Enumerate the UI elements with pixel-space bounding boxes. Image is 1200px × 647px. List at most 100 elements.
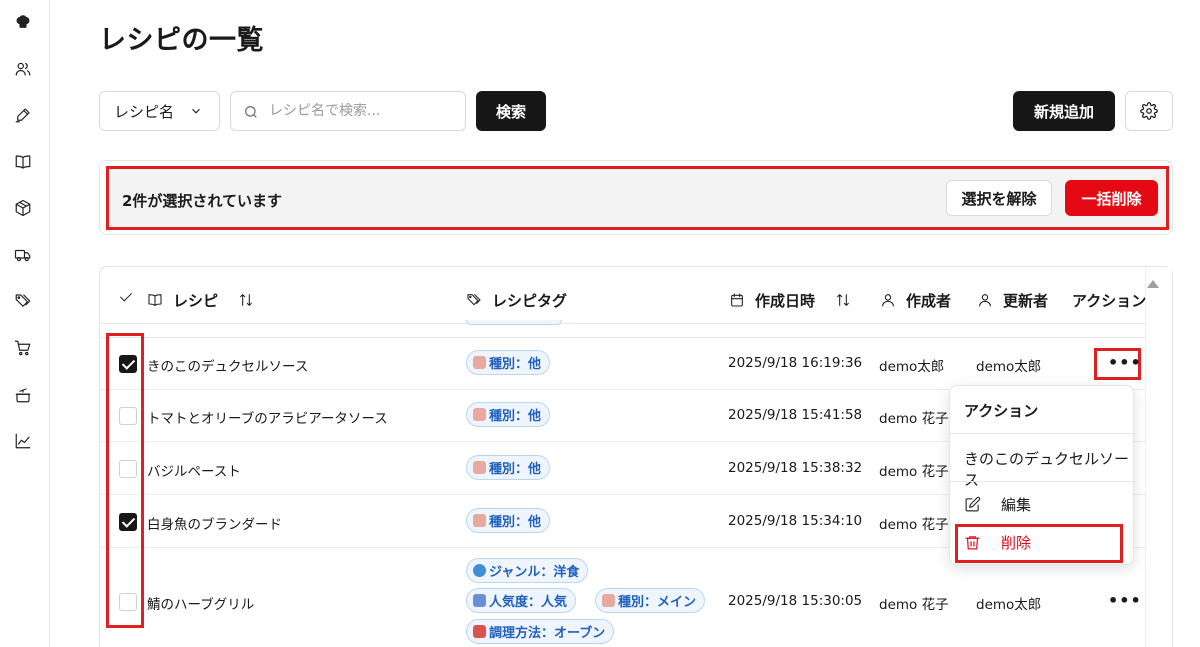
- creator: demo 花子: [879, 597, 949, 613]
- chef-hat-icon[interactable]: [13, 12, 33, 32]
- creator: demo 花子: [879, 411, 949, 427]
- tag-label: 調理方法：オーブン: [489, 626, 606, 641]
- search-button[interactable]: 検索: [476, 91, 546, 131]
- tag-chip: 種別：メイン: [595, 588, 706, 613]
- chevron-down-icon: [192, 108, 200, 114]
- created-at: 2025/9/18 15:30:05: [728, 593, 863, 609]
- page-title: レシピの一覧: [99, 25, 264, 56]
- chef-icon: [473, 514, 486, 527]
- users-icon[interactable]: [13, 59, 33, 79]
- chef-icon: [473, 461, 486, 474]
- column-header-created-at[interactable]: 作成日時: [729, 289, 851, 311]
- edit-menu-item[interactable]: 編集: [964, 494, 1031, 515]
- updater: demo太郎: [976, 359, 1042, 375]
- column-header-created-at-label: 作成日時: [755, 291, 816, 310]
- more-actions-button[interactable]: •••: [1108, 355, 1142, 371]
- new-recipe-button[interactable]: 新規追加: [1013, 91, 1115, 131]
- column-header-action-label: アクション: [1072, 291, 1147, 310]
- calendar-icon: [731, 293, 743, 307]
- tag-label: 人気度：人気: [489, 595, 568, 610]
- recipe-name[interactable]: トマトとオリーブのアラビアータソース: [147, 407, 388, 427]
- action-menu-title: アクション: [964, 402, 1039, 420]
- tag-chip-partial: [466, 320, 562, 325]
- delete-highlight: [955, 524, 1123, 563]
- selection-bar-highlight: 2件が選択されています 選択を解除 一括削除: [106, 166, 1169, 230]
- recipe-name[interactable]: 鯖のハーブグリル: [147, 593, 254, 613]
- select-all-checkbox[interactable]: [119, 290, 135, 306]
- divider: [100, 323, 1145, 324]
- divider: [950, 433, 1135, 434]
- column-header-action: アクション: [1072, 289, 1146, 311]
- selection-count-text: 2件が選択されています: [122, 192, 282, 210]
- tag-label: 種別：他: [489, 515, 542, 530]
- creator: demo 花子: [879, 464, 949, 480]
- search-input[interactable]: [269, 103, 449, 119]
- book-icon: [148, 294, 162, 306]
- tag-chip: 種別：他: [466, 508, 551, 533]
- tag-label: 種別：メイン: [618, 595, 697, 610]
- settings-button[interactable]: [1125, 91, 1173, 131]
- user-icon: [979, 294, 991, 307]
- column-header-tags-label: レシピタグ: [492, 291, 568, 310]
- chef-icon: [473, 356, 486, 369]
- divider: [100, 337, 1145, 338]
- cart-icon[interactable]: [13, 338, 33, 358]
- box-icon[interactable]: [13, 198, 33, 218]
- filter-select-value: レシピ名: [114, 102, 175, 121]
- edit-label: 編集: [1001, 496, 1032, 514]
- chef-icon: [602, 594, 615, 607]
- clear-selection-button[interactable]: 選択を解除: [946, 180, 1052, 216]
- divider: [950, 481, 1135, 482]
- tag-label: ジャンル：洋食: [489, 565, 580, 580]
- truck-icon[interactable]: [13, 245, 33, 265]
- filter-select[interactable]: レシピ名: [99, 91, 220, 131]
- created-at: 2025/9/18 15:41:58: [728, 407, 863, 423]
- tag-label: 種別：他: [489, 357, 542, 372]
- user-icon: [882, 294, 894, 307]
- tag-chip: 種別：他: [466, 402, 551, 427]
- column-header-recipe-label: レシピ: [173, 291, 219, 310]
- sort-icon[interactable]: [238, 292, 254, 308]
- column-header-recipe[interactable]: レシピ: [147, 289, 254, 311]
- column-header-creator: 作成者: [880, 289, 951, 311]
- recipe-name[interactable]: バジルペースト: [147, 460, 241, 480]
- tags-icon: [467, 294, 481, 306]
- chart-icon[interactable]: [13, 431, 33, 451]
- recipe-name[interactable]: 白身魚のブランダード: [147, 513, 282, 533]
- scroll-up-arrow[interactable]: [1147, 280, 1159, 288]
- search-icon: [245, 106, 257, 118]
- sort-icon[interactable]: [835, 292, 851, 308]
- pen-icon[interactable]: [13, 105, 33, 125]
- recipe-name[interactable]: きのこのデュクセルソース: [147, 355, 308, 375]
- search-box: [230, 91, 466, 131]
- sidebar: [0, 0, 50, 647]
- tag-chip: 種別：他: [466, 455, 551, 480]
- creator: demo 花子: [879, 517, 949, 533]
- created-at: 2025/9/18 15:34:10: [728, 513, 863, 529]
- bar-chart-icon: [473, 594, 486, 607]
- more-actions-button[interactable]: •••: [1108, 593, 1142, 609]
- tag-chip: 調理方法：オーブン: [466, 619, 615, 644]
- column-header-updater-label: 更新者: [1003, 291, 1049, 310]
- action-menu-recipe-name: きのこのデュクセルソース: [964, 450, 1130, 489]
- edit-icon: [965, 496, 981, 512]
- tag-label: 種別：他: [489, 462, 542, 477]
- pot-icon[interactable]: [13, 385, 33, 405]
- column-header-updater: 更新者: [977, 289, 1048, 311]
- created-at: 2025/9/18 16:19:36: [728, 355, 863, 371]
- column-header-tags: レシピタグ: [466, 289, 567, 311]
- bulk-delete-button[interactable]: 一括削除: [1065, 180, 1158, 216]
- globe-icon: [473, 564, 486, 577]
- tag-label: 種別：他: [489, 409, 542, 424]
- tags-icon[interactable]: [13, 291, 33, 311]
- tag-chip: 種別：他: [466, 350, 551, 375]
- created-at: 2025/9/18 15:38:32: [728, 460, 863, 476]
- book-icon[interactable]: [13, 152, 33, 172]
- pot-icon: [473, 625, 486, 638]
- tag-chip: 人気度：人気: [466, 588, 577, 613]
- checkbox-column-highlight: [106, 333, 144, 628]
- scrollbar[interactable]: [1145, 267, 1172, 647]
- creator: demo太郎: [879, 359, 945, 375]
- column-header-creator-label: 作成者: [906, 291, 952, 310]
- updater: demo太郎: [976, 597, 1042, 613]
